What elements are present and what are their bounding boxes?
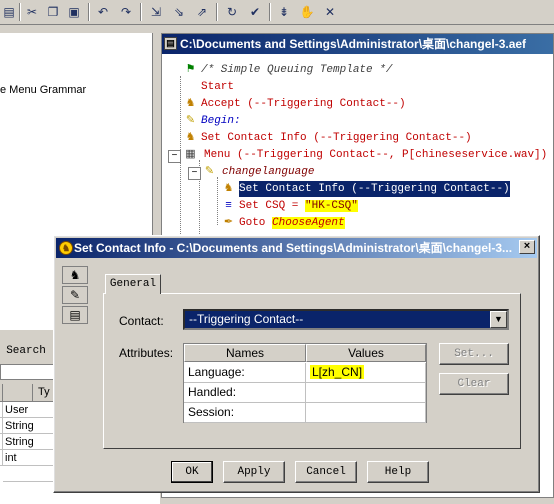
- undo-icon[interactable]: ↶: [94, 3, 112, 21]
- dialog-title-text: Set Contact Info - C:\Documents and Sett…: [74, 241, 513, 255]
- step-into-icon[interactable]: ⇲: [147, 3, 165, 21]
- toolbar-separator: [269, 3, 271, 21]
- contact-select[interactable]: --Triggering Contact-- ▼: [183, 309, 509, 330]
- toolbar-separator: [216, 3, 218, 21]
- menu-icon: ▦: [185, 149, 196, 161]
- goto-icon: ✒: [223, 217, 234, 229]
- close-icon[interactable]: ×: [519, 240, 535, 254]
- label-icon: ✎: [185, 115, 196, 127]
- grid-value-cell[interactable]: L[zh_CN]: [306, 363, 426, 383]
- flag-icon: ⚑: [185, 64, 196, 76]
- goto-prefix: Goto: [239, 217, 273, 229]
- contact-icon: ♞: [185, 132, 196, 144]
- contact-icon: ♞: [59, 241, 73, 255]
- toolbar-separator: [140, 3, 142, 21]
- language-value: L[zh_CN]: [310, 365, 365, 379]
- document-icon[interactable]: ▤: [62, 306, 88, 324]
- grid-header-values[interactable]: Values: [306, 344, 426, 362]
- contact-select-value: --Triggering Contact--: [189, 312, 304, 326]
- tree-connector: [217, 177, 218, 225]
- tab-general[interactable]: General: [105, 274, 161, 294]
- grid-header-names[interactable]: Names: [184, 344, 306, 362]
- clear-button[interactable]: Clear: [439, 373, 509, 395]
- copy-icon[interactable]: ❐: [44, 3, 62, 21]
- breakpoint-icon[interactable]: ⇟: [275, 3, 293, 21]
- grid-name-cell[interactable]: Session:: [184, 403, 306, 423]
- step-over-icon[interactable]: ⇘: [170, 3, 188, 21]
- paste-icon[interactable]: ▣: [65, 3, 83, 21]
- label-icon: ✎: [204, 166, 215, 178]
- set-button[interactable]: Set...: [439, 343, 509, 365]
- ok-button[interactable]: OK: [171, 461, 213, 483]
- run-icon[interactable]: ↻: [223, 3, 241, 21]
- grid-value-cell[interactable]: [306, 383, 426, 403]
- debug-icon[interactable]: ✔: [246, 3, 264, 21]
- set-variable-icon: ≡: [225, 200, 232, 212]
- collapse-icon[interactable]: −: [188, 167, 201, 180]
- script-window-title[interactable]: ▤ C:\Documents and Settings\Administrato…: [162, 34, 553, 54]
- contact-icon: ♞: [223, 183, 234, 195]
- search-button[interactable]: Search: [0, 341, 52, 361]
- grammar-label: e Menu Grammar: [0, 84, 87, 96]
- script-window-title-text: C:\Documents and Settings\Administrator\…: [180, 37, 527, 51]
- toolbar-separator: [88, 3, 90, 21]
- apply-button[interactable]: Apply: [223, 461, 285, 483]
- accept-icon: ♞: [185, 98, 196, 110]
- set-csq-value: "HK-CSQ": [305, 200, 358, 212]
- chevron-down-icon[interactable]: ▼: [490, 311, 507, 328]
- clear-icon[interactable]: ✕: [321, 3, 339, 21]
- main-toolbar: ▤ ✂ ❐ ▣ ↶ ↷ ⇲ ⇘ ⇗ ↻ ✔ ⇟ ✋ ✕: [0, 0, 554, 25]
- toolbar-separator: [19, 3, 21, 21]
- redo-icon[interactable]: ↷: [117, 3, 135, 21]
- grid-name-cell[interactable]: Handled:: [184, 383, 306, 403]
- cut-icon[interactable]: ✂: [23, 3, 41, 21]
- save-icon[interactable]: ▤: [0, 3, 18, 21]
- label-icon[interactable]: ✎: [62, 286, 88, 304]
- stop-icon[interactable]: ✋: [298, 3, 316, 21]
- collapse-icon[interactable]: −: [168, 150, 181, 163]
- attributes-grid: Names Values Language: L[zh_CN] Handled:…: [183, 343, 427, 423]
- table-header-cell: [3, 384, 33, 402]
- step-out-icon[interactable]: ⇗: [193, 3, 211, 21]
- goto-target: ChooseAgent: [272, 217, 345, 229]
- search-input[interactable]: [0, 364, 60, 380]
- document-icon: ▤: [164, 37, 177, 50]
- contact-icon[interactable]: ♞: [62, 266, 88, 284]
- grid-name-cell[interactable]: Language:: [184, 363, 306, 383]
- dialog-title-bar[interactable]: ♞ Set Contact Info - C:\Documents and Se…: [56, 238, 537, 258]
- attributes-label: Attributes:: [119, 346, 174, 360]
- set-csq-prefix: Set CSQ =: [239, 200, 306, 212]
- help-button[interactable]: Help: [367, 461, 429, 483]
- cancel-button[interactable]: Cancel: [295, 461, 357, 483]
- set-contact-info-dialog: ♞ Set Contact Info - C:\Documents and Se…: [53, 235, 540, 493]
- contact-label: Contact:: [119, 314, 164, 328]
- grid-value-cell[interactable]: [306, 403, 426, 423]
